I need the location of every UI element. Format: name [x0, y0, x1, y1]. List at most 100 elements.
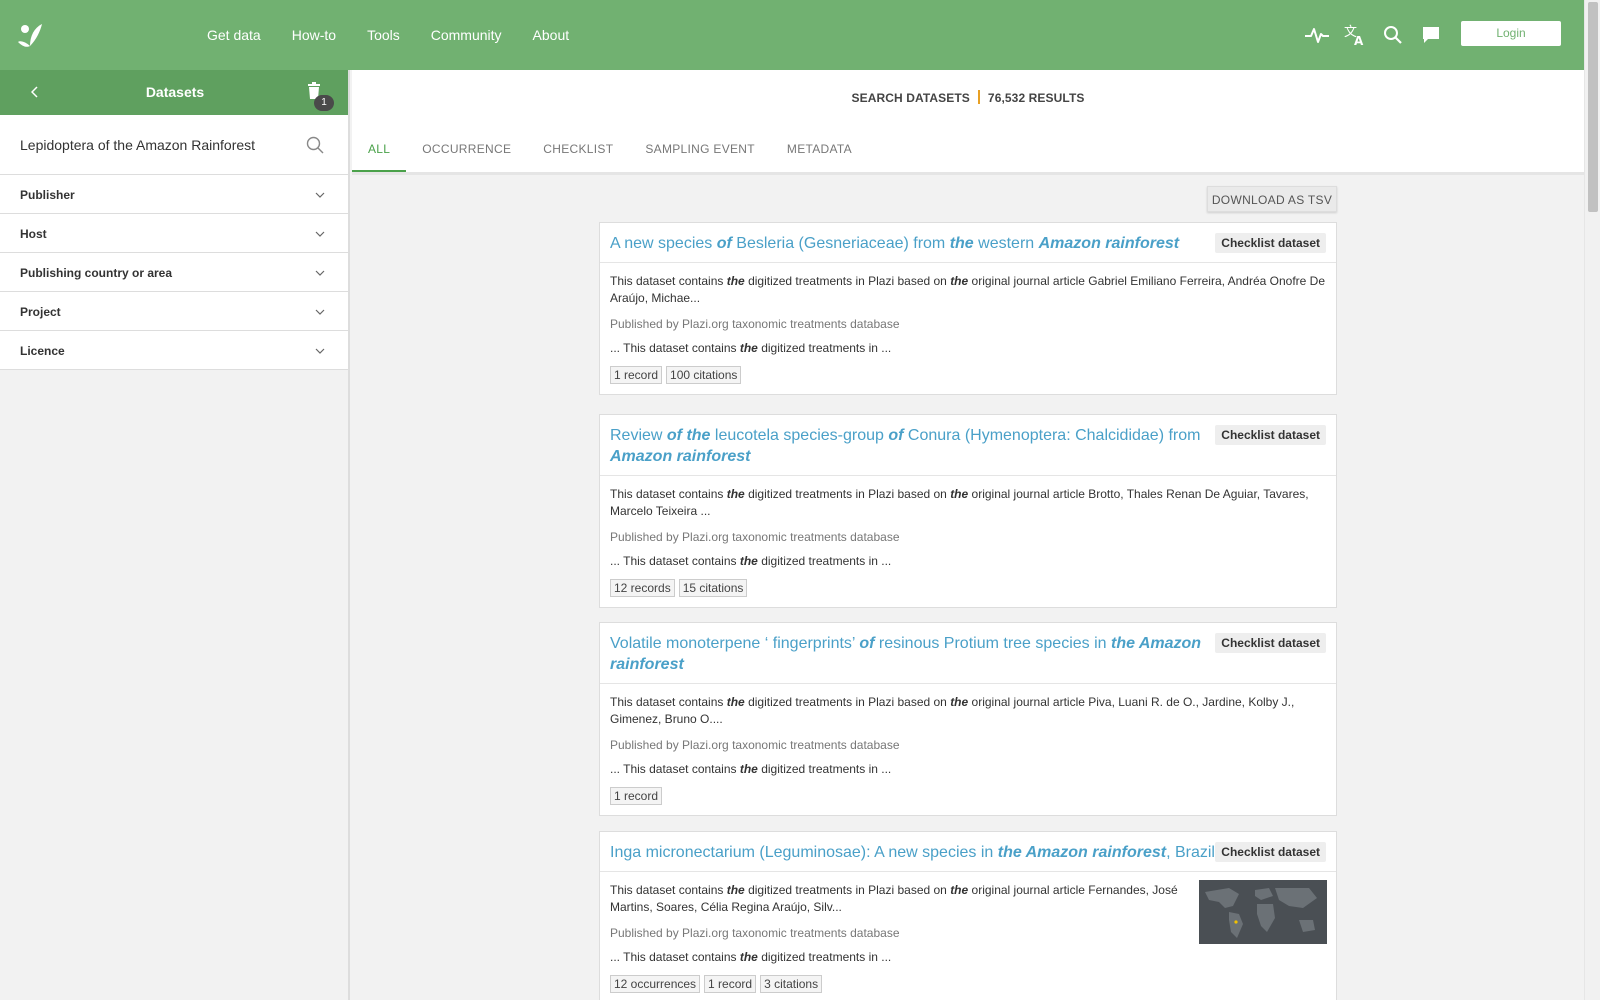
dataset-title-link[interactable]: Volatile monoterpene ‘ fingerprints’ of …	[610, 633, 1216, 675]
occurrence-map-thumbnail[interactable]	[1199, 880, 1327, 944]
search-icon[interactable]	[1378, 20, 1408, 50]
facet-licence[interactable]: Licence	[0, 331, 348, 370]
snippet-text: digitized treatments in ...	[757, 762, 892, 776]
snippet-text: digitized treatments in ...	[757, 950, 892, 964]
count-chip[interactable]: 15 citations	[678, 579, 748, 597]
facet-label: Project	[20, 305, 61, 319]
dataset-card: A new species of Besleria (Gesneriaceae)…	[599, 222, 1337, 395]
publisher-line: Published by Plazi.org taxonomic treatme…	[610, 317, 900, 331]
card-header: Review of the leucotela species-group of…	[600, 415, 1336, 476]
desc-text: digitized treatments in Plazi based on	[744, 695, 951, 709]
count-chips: 1 record	[610, 787, 1326, 805]
results-summary: SEARCH DATASETS 76,532 RESULTS	[352, 90, 1584, 105]
filter-count-badge: 1	[314, 95, 334, 111]
match-snippet: ... This dataset contains the digitized …	[610, 950, 1186, 964]
count-chip[interactable]: 100 citations	[666, 366, 742, 384]
snippet-text: ... This dataset contains	[610, 554, 740, 568]
count-chip[interactable]: 12 occurrences	[610, 975, 701, 993]
match-snippet: ... This dataset contains the digitized …	[610, 762, 1326, 776]
sidebar-header: Datasets 1	[0, 70, 348, 115]
facet-label: Publisher	[20, 188, 75, 202]
scrollbar-thumb[interactable]	[1588, 2, 1598, 212]
match-snippet: ... This dataset contains the digitized …	[610, 341, 1326, 355]
title-text: Review	[610, 427, 667, 444]
title-highlight: Amazon rainforest	[610, 448, 751, 465]
tab-checklist[interactable]: CHECKLIST	[527, 134, 629, 172]
desc-text: This dataset contains	[610, 883, 727, 897]
nav-tools[interactable]: Tools	[367, 27, 400, 43]
nav-get-data[interactable]: Get data	[207, 27, 261, 43]
desc-highlight: the	[726, 883, 745, 897]
desc-highlight: the	[726, 274, 745, 288]
results-count: 76,532 RESULTS	[987, 91, 1085, 105]
count-chip[interactable]: 1 record	[610, 787, 663, 805]
search-icon[interactable]	[306, 136, 324, 154]
snippet-highlight: the	[739, 762, 758, 776]
dataset-card: Inga micronectarium (Leguminosae): A new…	[599, 831, 1337, 1000]
count-chip[interactable]: 3 citations	[760, 975, 823, 993]
sidebar-title: Datasets	[145, 84, 205, 100]
page-scrollbar[interactable]	[1584, 0, 1600, 1000]
publisher-line: Published by Plazi.org taxonomic treatme…	[610, 926, 900, 940]
title-text: Besleria (Gesneriaceae) from	[731, 235, 950, 252]
title-text: Conura (Hymenoptera: Chalcididae) from	[903, 427, 1201, 444]
dataset-title-link[interactable]: Review of the leucotela species-group of…	[610, 425, 1216, 467]
count-chip[interactable]: 1 record	[704, 975, 757, 993]
svg-text:A: A	[1354, 34, 1364, 47]
tab-occurrence[interactable]: OCCURRENCE	[406, 134, 527, 172]
dataset-type-badge: Checklist dataset	[1215, 233, 1326, 253]
facet-label: Licence	[20, 344, 65, 358]
count-chip[interactable]: 12 records	[610, 579, 675, 597]
desc-text: digitized treatments in Plazi based on	[744, 274, 951, 288]
facet-label: Host	[20, 227, 47, 241]
top-nav-bar: Get data How-to Tools Community About 文A…	[0, 0, 1584, 70]
gbif-logo-icon[interactable]	[16, 20, 46, 50]
count-chip[interactable]: 1 record	[610, 366, 663, 384]
title-highlight: the Amazon rainforest	[997, 844, 1167, 861]
title-highlight: of	[888, 427, 904, 444]
dataset-description: This dataset contains the digitized trea…	[610, 486, 1326, 520]
nav-community[interactable]: Community	[431, 27, 502, 43]
count-chips: 12 records 15 citations	[610, 579, 1326, 597]
count-chips: 1 record 100 citations	[610, 366, 1326, 384]
filter-sidebar: Datasets 1 Publisher Host Publishing cou…	[0, 70, 350, 1000]
desc-text: digitized treatments in Plazi based on	[744, 487, 951, 501]
snippet-text: ... This dataset contains	[610, 950, 740, 964]
nav-how-to[interactable]: How-to	[292, 27, 336, 43]
nav-about[interactable]: About	[533, 27, 570, 43]
search-input[interactable]	[20, 133, 290, 157]
download-tsv-button[interactable]: DOWNLOAD AS TSV	[1207, 186, 1337, 212]
card-body: This dataset contains the digitized trea…	[600, 263, 1336, 394]
desc-text: This dataset contains	[610, 695, 727, 709]
dataset-title-link[interactable]: Inga micronectarium (Leguminosae): A new…	[610, 842, 1216, 863]
facet-publishing-country[interactable]: Publishing country or area	[0, 253, 348, 292]
card-body: This dataset contains the digitized trea…	[600, 872, 1336, 1000]
chat-icon[interactable]	[1416, 20, 1446, 50]
count-chips: 12 occurrences 1 record 3 citations	[610, 975, 1186, 993]
facet-project[interactable]: Project	[0, 292, 348, 331]
card-body: This dataset contains the digitized trea…	[600, 684, 1336, 815]
pulse-icon[interactable]	[1302, 20, 1332, 50]
desc-highlight: the	[950, 695, 969, 709]
tab-sampling-event[interactable]: SAMPLING EVENT	[629, 134, 771, 172]
sidebar-search	[0, 115, 348, 175]
title-text: resinous Protium tree species in	[874, 635, 1111, 652]
login-button[interactable]: Login	[1461, 21, 1561, 46]
chevron-down-icon	[315, 309, 325, 315]
dataset-title-link[interactable]: A new species of Besleria (Gesneriaceae)…	[610, 233, 1216, 254]
desc-text: This dataset contains	[610, 274, 727, 288]
card-header: A new species of Besleria (Gesneriaceae)…	[600, 223, 1336, 263]
title-text: leucotela species-group	[710, 427, 889, 444]
facet-host[interactable]: Host	[0, 214, 348, 253]
snippet-text: ... This dataset contains	[610, 341, 740, 355]
desc-highlight: the	[726, 487, 745, 501]
chevron-down-icon	[315, 348, 325, 354]
facet-publisher[interactable]: Publisher	[0, 175, 348, 214]
tab-all[interactable]: ALL	[352, 134, 407, 172]
tab-metadata[interactable]: METADATA	[771, 134, 868, 172]
chevron-down-icon	[315, 192, 325, 198]
dataset-type-badge: Checklist dataset	[1215, 425, 1326, 445]
translate-icon[interactable]: 文A	[1340, 20, 1370, 50]
title-text: , Brazil	[1166, 844, 1215, 861]
facet-label: Publishing country or area	[20, 266, 173, 280]
